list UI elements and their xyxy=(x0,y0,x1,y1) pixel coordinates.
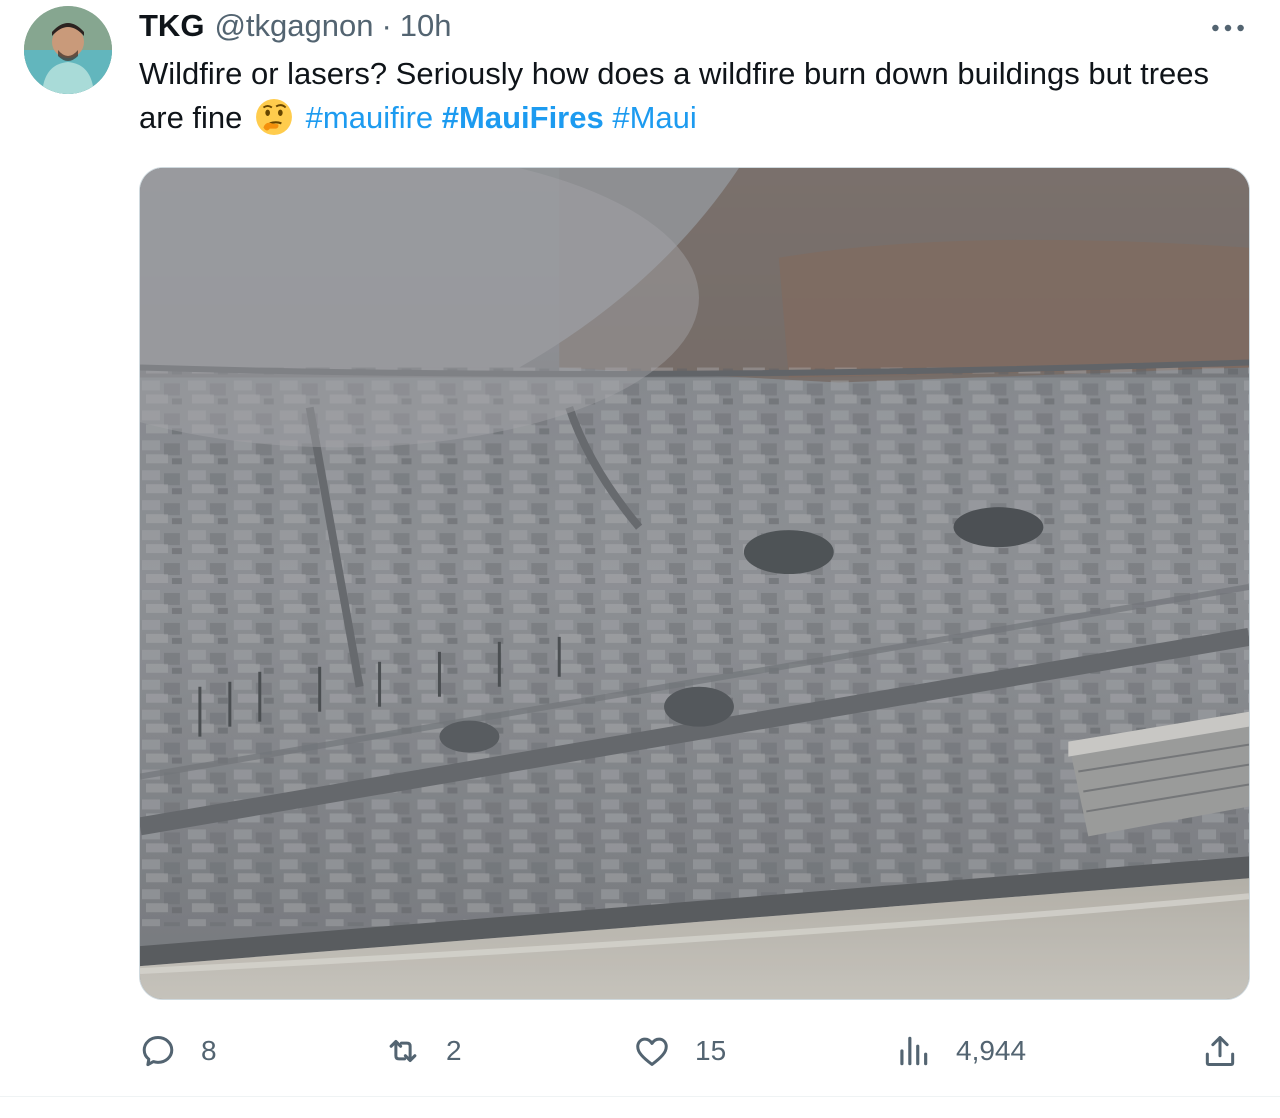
heart-icon xyxy=(636,1037,668,1066)
retweet-icon xyxy=(389,1039,417,1063)
divider xyxy=(0,1096,1280,1097)
like-button[interactable]: 15 xyxy=(633,1024,726,1078)
separator-dot: · xyxy=(381,8,392,43)
views-count: 4,944 xyxy=(956,1035,1027,1066)
hashtag-mauifires[interactable]: #MauiFires xyxy=(442,100,604,135)
share-button[interactable] xyxy=(1201,1024,1263,1078)
reply-count: 8 xyxy=(201,1035,217,1066)
aerial-photo-burned-town xyxy=(140,168,1249,999)
views-chart-icon xyxy=(900,1036,928,1066)
tweet: TKG @tkgagnon · 10h Wildfire or lasers? … xyxy=(0,0,1280,1100)
action-bar: 8 2 15 4,944 xyxy=(139,1024,1249,1078)
tweet-image[interactable] xyxy=(139,167,1250,1000)
tweet-header: TKG @tkgagnon · 10h xyxy=(139,6,452,46)
retweet-count: 2 xyxy=(446,1035,462,1066)
retweet-button[interactable]: 2 xyxy=(384,1024,462,1078)
views-button[interactable]: 4,944 xyxy=(894,1024,1026,1078)
author-name[interactable]: TKG xyxy=(139,8,204,44)
reply-button[interactable]: 8 xyxy=(139,1024,217,1078)
hashtag-mauifire[interactable]: #mauifire xyxy=(306,100,434,135)
avatar[interactable] xyxy=(24,6,112,94)
more-options-button[interactable] xyxy=(1208,10,1248,46)
like-count: 15 xyxy=(695,1035,727,1066)
thinking-face-icon xyxy=(256,99,292,135)
timestamp[interactable]: 10h xyxy=(400,8,452,44)
tweet-text: Wildfire or lasers? Seriously how does a… xyxy=(139,52,1249,140)
ellipsis-icon xyxy=(1212,24,1244,32)
reply-icon xyxy=(142,1036,174,1067)
author-handle[interactable]: @tkgagnon xyxy=(214,8,373,44)
hashtag-maui[interactable]: #Maui xyxy=(612,100,696,135)
share-icon xyxy=(1205,1036,1235,1066)
